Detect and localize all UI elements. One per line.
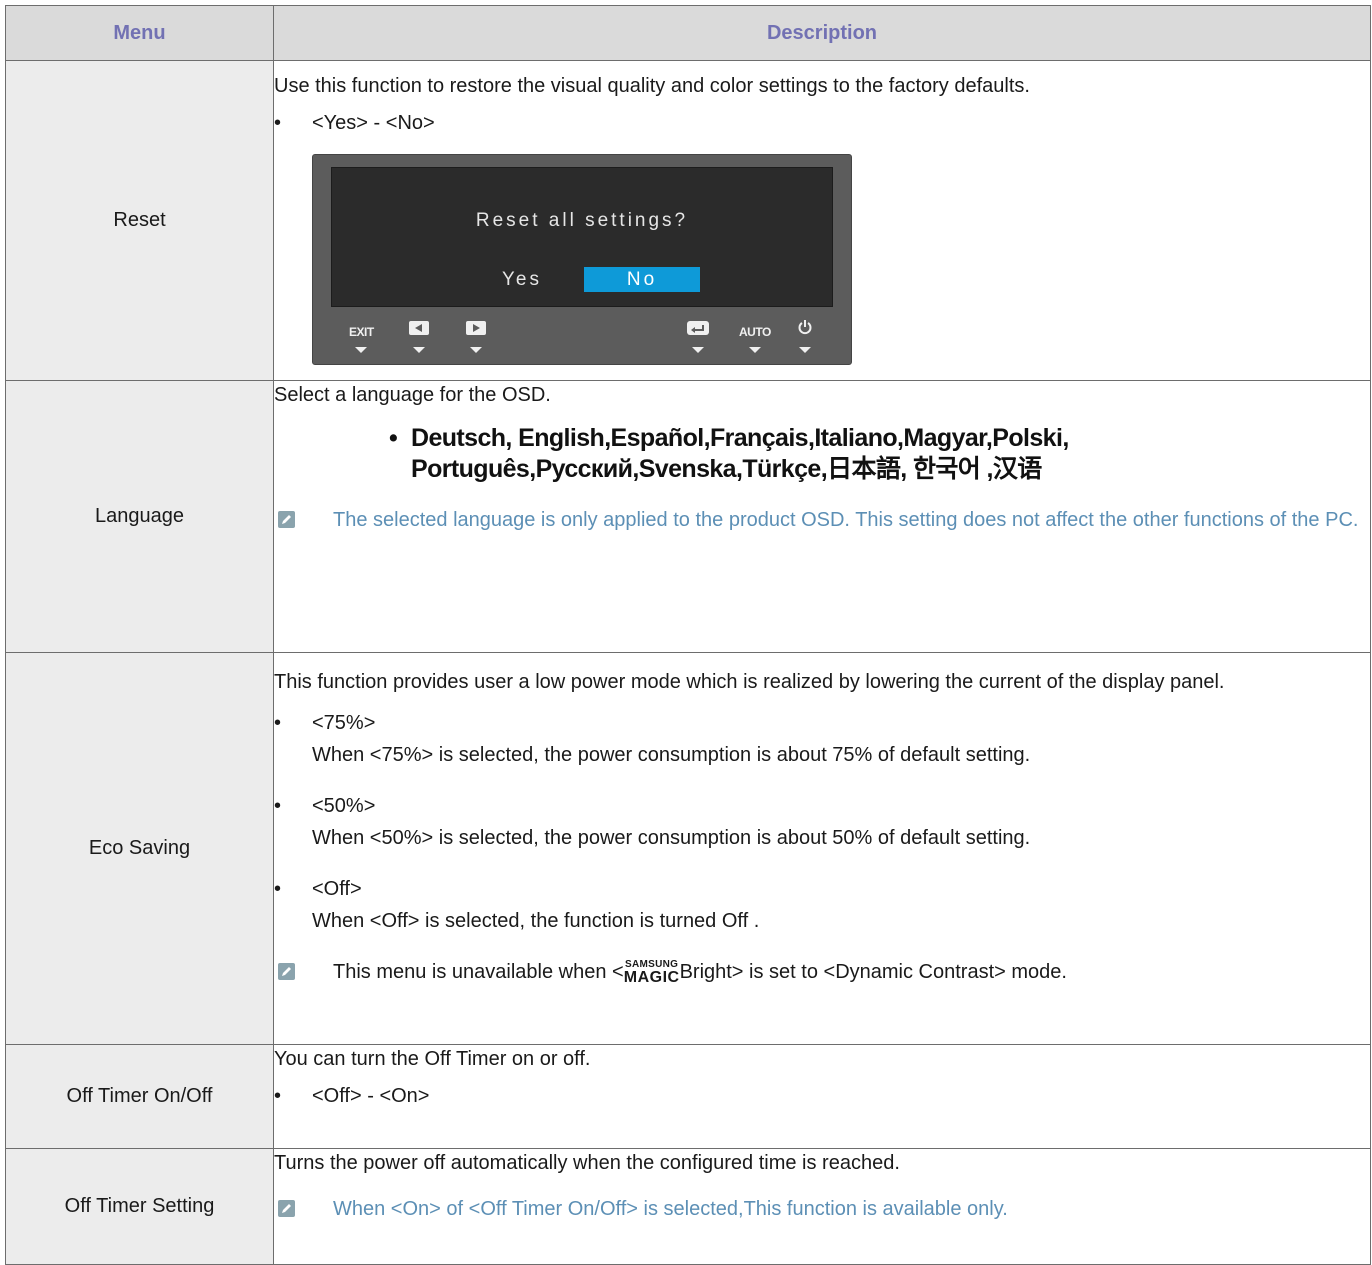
menu-table: Menu Description Reset Use this function…	[5, 5, 1371, 1265]
eco-note: This menu is unavailable when < SAMSUNG MA…	[274, 957, 1370, 987]
eco-note-before: This menu is unavailable when <	[333, 961, 624, 983]
table-header-row: Menu Description	[5, 5, 1371, 61]
language-list-line-1: Deutsch, English,Español,Français,Italia…	[411, 424, 1069, 452]
language-list: • Deutsch, English,Español,Français,Ital…	[389, 423, 1370, 485]
desc-language: Select a language for the OSD. • Deutsch…	[273, 380, 1371, 653]
chevron-down-icon	[692, 347, 704, 353]
desc-eco-saving: This function provides user a low power …	[273, 652, 1371, 1045]
eco-option-off: • <Off> When <Off> is selected, the func…	[274, 873, 1370, 937]
off-timer-text: You can turn the Off Timer on or off.	[274, 1048, 591, 1070]
eco-option-50: • <50%> When <50%> is selected, the powe…	[274, 790, 1370, 854]
power-icon	[798, 320, 812, 335]
row-language: Language Select a language for the OSD. …	[5, 380, 1371, 653]
eco-text: This function provides user a low power …	[274, 671, 1225, 693]
menu-off-timer: Off Timer On/Off	[5, 1044, 274, 1149]
header-menu: Menu	[5, 5, 274, 61]
left-arrow-icon	[409, 321, 429, 335]
logo-bottom: MAGIC	[623, 969, 680, 986]
off-timer-bullet: • <Off> - <On>	[274, 1082, 1370, 1110]
menu-reset: Reset	[5, 60, 274, 381]
menu-eco-saving: Eco Saving	[5, 652, 274, 1045]
osd-title: Reset all settings?	[475, 210, 689, 231]
eco-note-after: Bright> is set to <Dynamic Contrast> mod…	[679, 961, 1067, 983]
bullet-dot: •	[274, 1085, 282, 1107]
osd-exit-label: EXIT	[349, 325, 374, 339]
menu-off-timer-setting: Off Timer Setting	[5, 1148, 274, 1265]
desc-off-timer-setting: Turns the power off automatically when t…	[273, 1148, 1371, 1265]
off-timer-options: <Off> - <On>	[312, 1085, 430, 1107]
header-description: Description	[273, 5, 1371, 61]
menu-language: Language	[5, 380, 274, 653]
osd-auto-button: AUTO	[739, 319, 771, 342]
osd-exit-button: EXIT	[349, 319, 374, 342]
chevron-down-icon	[413, 347, 425, 353]
right-arrow-icon	[466, 321, 486, 335]
bullet-dot: •	[274, 795, 282, 817]
language-list-line-2: Português,Русский,Svenska,Türkçe,日本語, 한국…	[411, 455, 1042, 483]
eco-option-75-desc: When <75%> is selected, the power consum…	[312, 744, 1031, 766]
note-icon	[278, 511, 295, 528]
reset-bullet: • <Yes> - <No>	[274, 109, 1370, 137]
osd-yes-option: Yes	[502, 269, 542, 290]
language-note-text: The selected language is only applied to…	[333, 509, 1359, 531]
language-note: The selected language is only applied to…	[274, 505, 1370, 535]
eco-option-off-label: <Off>	[312, 878, 362, 900]
osd-no-option: No	[584, 267, 700, 292]
eco-option-50-desc: When <50%> is selected, the power consum…	[312, 827, 1031, 849]
eco-option-50-label: <50%>	[312, 795, 376, 817]
enter-icon	[687, 321, 709, 335]
note-icon	[278, 1200, 295, 1217]
off-timer-setting-note-text: When <On> of <Off Timer On/Off> is selec…	[333, 1198, 1008, 1220]
bullet-dot: •	[389, 424, 398, 452]
bullet-dot: •	[274, 712, 282, 734]
row-off-timer-setting: Off Timer Setting Turns the power off au…	[5, 1148, 1371, 1265]
off-timer-setting-text: Turns the power off automatically when t…	[274, 1152, 900, 1174]
bullet-dot: •	[274, 878, 282, 900]
desc-off-timer: You can turn the Off Timer on or off. • …	[273, 1044, 1371, 1149]
bullet-dot: •	[274, 112, 282, 134]
samsung-magic-logo: SAMSUNG MAGIC	[623, 959, 680, 986]
row-off-timer: Off Timer On/Off You can turn the Off Ti…	[5, 1044, 1371, 1149]
row-reset: Reset Use this function to restore the v…	[5, 60, 1371, 381]
note-icon	[278, 963, 295, 980]
chevron-down-icon	[470, 347, 482, 353]
reset-options: <Yes> - <No>	[312, 112, 435, 134]
desc-reset: Use this function to restore the visual …	[273, 60, 1371, 381]
osd-auto-label: AUTO	[739, 325, 771, 339]
reset-text: Use this function to restore the visual …	[274, 75, 1030, 97]
chevron-down-icon	[799, 347, 811, 353]
off-timer-setting-note: When <On> of <Off Timer On/Off> is selec…	[274, 1194, 1370, 1224]
row-eco-saving: Eco Saving This function provides user a…	[5, 652, 1371, 1045]
eco-option-75-label: <75%>	[312, 712, 376, 734]
osd-reset-dialog: Reset all settings? Yes No EXIT AUTO	[312, 154, 852, 365]
eco-option-off-desc: When <Off> is selected, the function is …	[312, 910, 760, 932]
chevron-down-icon	[749, 347, 761, 353]
eco-option-75: • <75%> When <75%> is selected, the powe…	[274, 707, 1370, 771]
chevron-down-icon	[355, 347, 367, 353]
osd-screen: Reset all settings? Yes No	[331, 167, 833, 307]
language-text: Select a language for the OSD.	[274, 384, 551, 406]
